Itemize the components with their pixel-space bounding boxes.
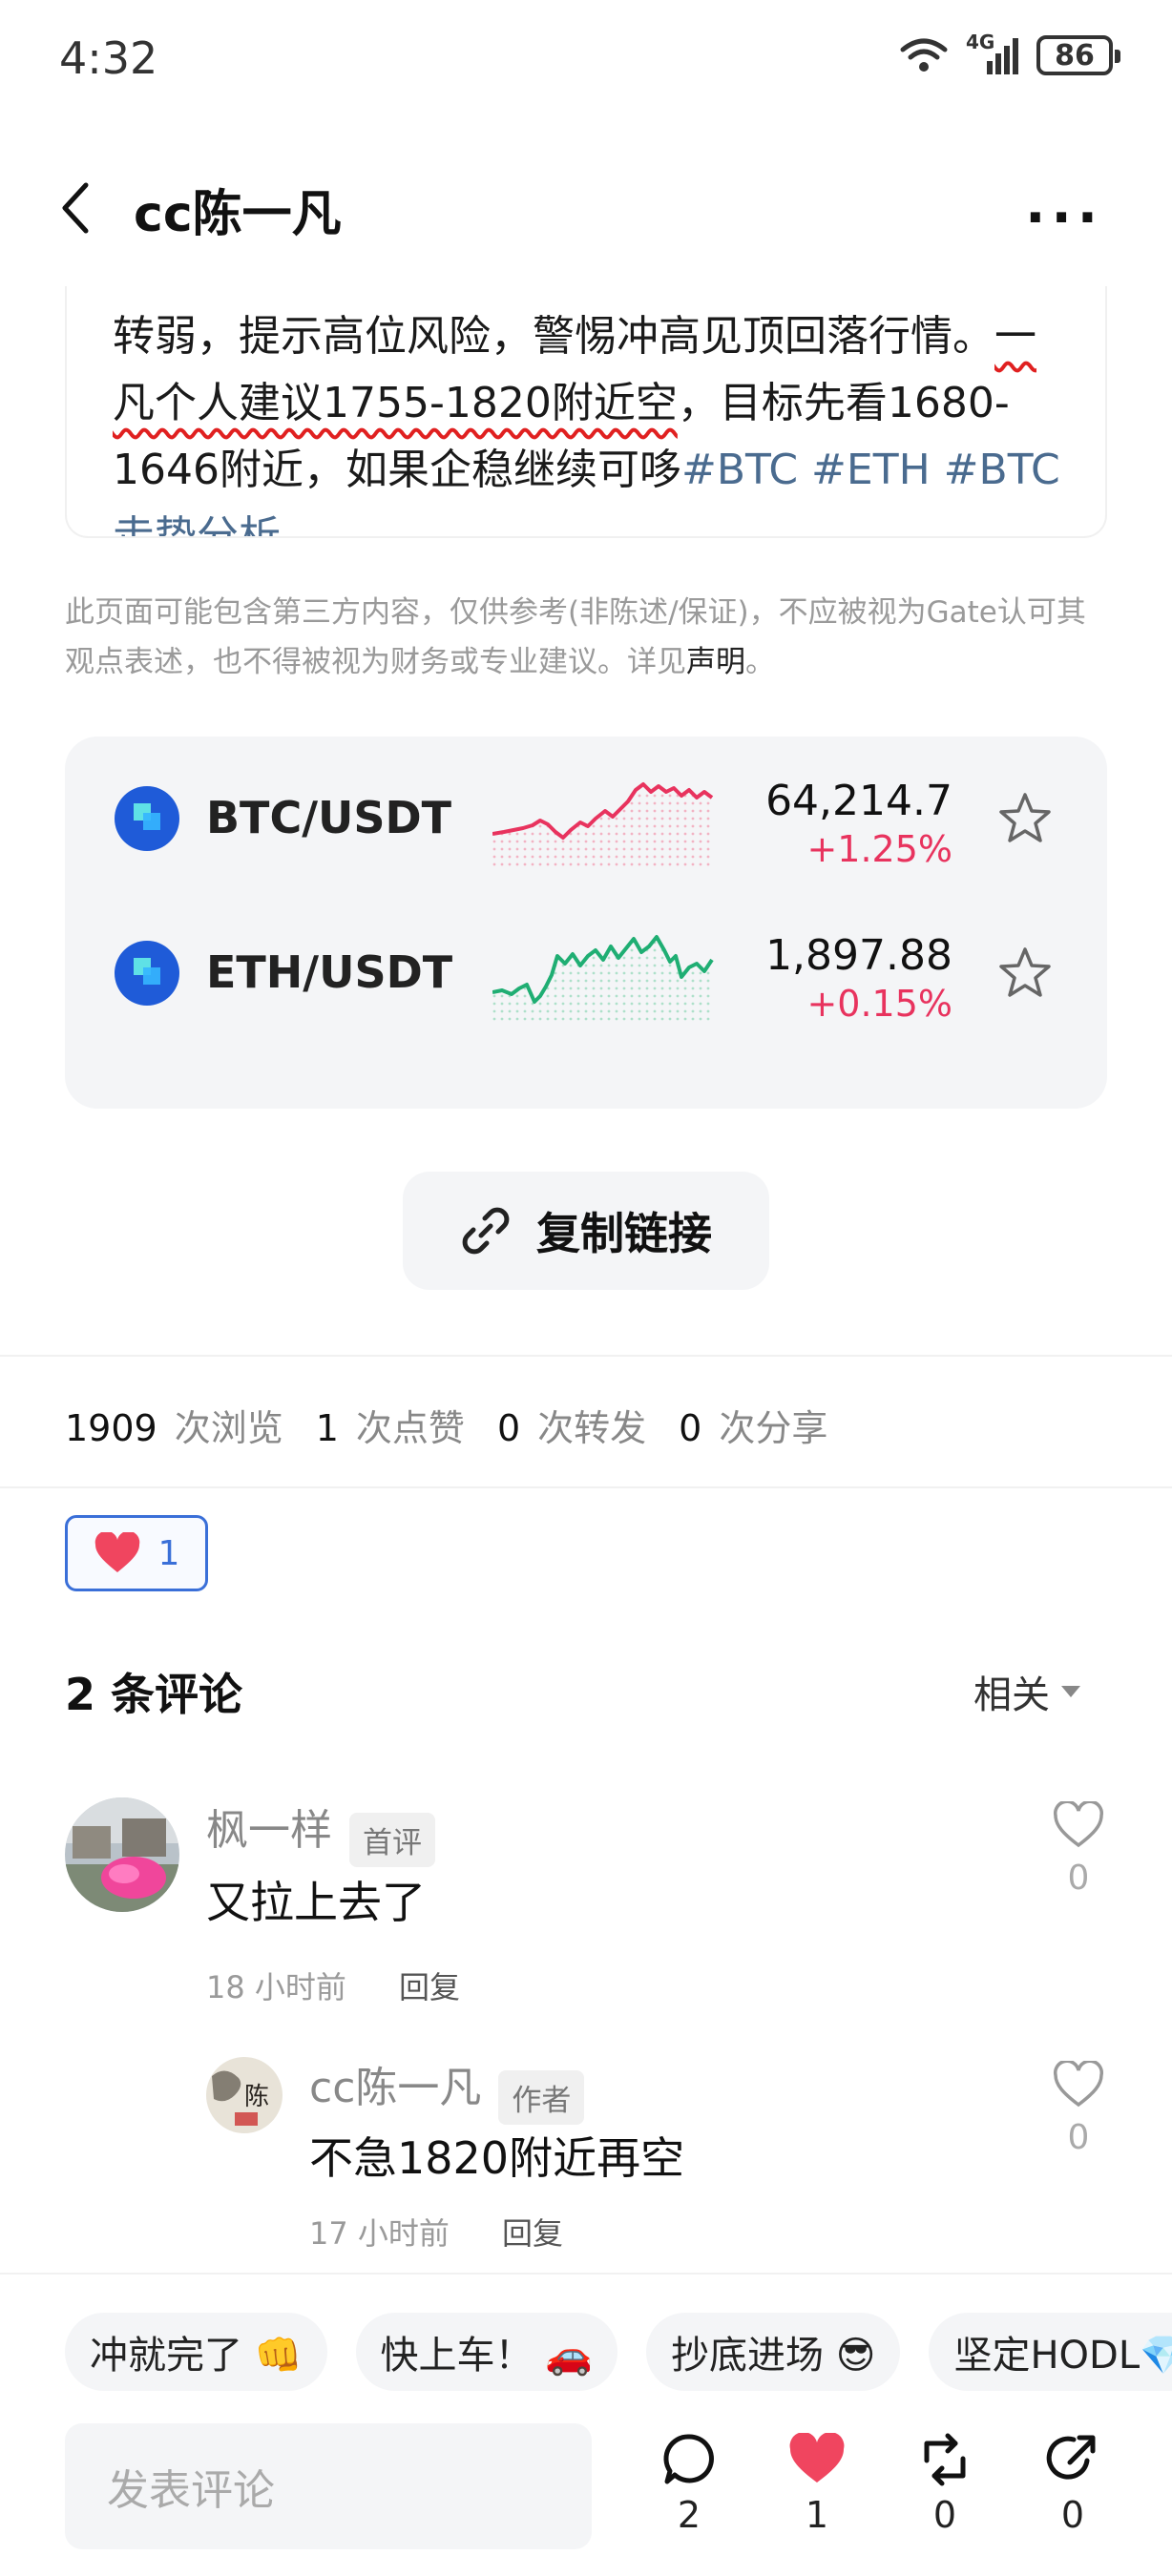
market-row-eth[interactable]: ETH/USDT 1,897.88 +0.15%: [65, 908, 1107, 1032]
comment-header: 枫一样 首评: [206, 1796, 435, 1867]
reply-button[interactable]: 回复: [399, 1963, 460, 2007]
shares-label: 次分享: [719, 1407, 828, 1449]
quick-reply-bar: 冲就完了 👊 快上车！ 🚗 抄底进场 😎 坚定HODL💎: [65, 2313, 1172, 2391]
signal-icon: 4G: [966, 31, 1019, 76]
comments-title: 2 条评论: [65, 1669, 243, 1720]
coin-icon: [115, 786, 179, 851]
sort-dropdown[interactable]: 相关: [973, 1664, 1080, 1719]
comment-author[interactable]: 枫一样: [206, 1806, 332, 1855]
pair-price: 1,897.88: [765, 931, 952, 980]
comment-like-count: 0: [1067, 1859, 1090, 1898]
wifi-icon: [900, 38, 948, 72]
post-stats: 1909 次浏览 1 次点赞 0 次转发 0 次分享: [65, 1399, 860, 1451]
more-options-button[interactable]: ···: [1025, 187, 1103, 249]
copy-link-button[interactable]: 复制链接: [403, 1172, 769, 1290]
comment-text: 又拉上去了: [206, 1877, 426, 1928]
battery-indicator: 86: [1036, 35, 1120, 75]
like-button[interactable]: 1: [779, 2429, 855, 2536]
quick-reply-chip[interactable]: 坚定HODL💎: [929, 2313, 1172, 2391]
heart-outline-icon: [1054, 2059, 1103, 2108]
shares-count: 0: [679, 1407, 702, 1449]
share-button[interactable]: 0: [1035, 2429, 1111, 2536]
comment-time: 17 小时前: [309, 2215, 450, 2252]
avatar[interactable]: [65, 1797, 179, 1912]
quick-reply-chip[interactable]: 冲就完了 👊: [65, 2313, 327, 2391]
avatar[interactable]: 陈: [206, 2057, 283, 2133]
divider: [0, 1355, 1172, 1357]
comment-like-button[interactable]: [1050, 2059, 1107, 2112]
repost-icon: [924, 2433, 966, 2486]
article-text-start: 转弱，提示高位风险，警惕冲高见顶回落行情。: [113, 312, 994, 361]
pair-name: BTC/USDT: [206, 792, 452, 843]
pair-price: 64,214.7: [765, 777, 952, 825]
views-label: 次浏览: [174, 1407, 283, 1449]
share-icon: [1046, 2435, 1096, 2480]
coin-icon: [115, 941, 179, 1006]
comment-count: 2: [677, 2494, 701, 2536]
market-card: BTC/USDT 64,214.7 +1.25% ETH/USDT 1,897.…: [65, 737, 1107, 1109]
pair-name: ETH/USDT: [206, 946, 453, 998]
comment-header: cc陈一凡 作者: [309, 2053, 585, 2125]
disclaimer-link[interactable]: 声明: [686, 645, 745, 679]
favorite-star-icon[interactable]: [996, 945, 1054, 1002]
like-count: 1: [805, 2494, 829, 2536]
comment-like-button[interactable]: [1050, 1799, 1107, 1853]
reply-button[interactable]: 回复: [502, 2210, 563, 2254]
page-title: cc陈一凡: [134, 186, 342, 243]
article-body: 转弱，提示高位风险，警惕冲高见顶回落行情。一凡个人建议1755-1820附近空，…: [113, 303, 1067, 536]
sparkline-chart: [492, 935, 714, 1023]
sort-label: 相关: [973, 1673, 1050, 1717]
first-comment-badge: 首评: [349, 1813, 435, 1867]
disclaimer-end: 。: [745, 645, 775, 679]
reaction-chip[interactable]: 1: [65, 1515, 208, 1591]
share-count: 0: [1060, 2494, 1085, 2536]
divider: [0, 2273, 1172, 2275]
comment-button[interactable]: 2: [651, 2429, 727, 2536]
comment-bubble-icon: [663, 2434, 714, 2484]
svg-text:陈: 陈: [244, 2083, 269, 2111]
caret-down-icon: [1061, 1686, 1080, 1697]
favorite-star-icon[interactable]: [996, 790, 1054, 847]
comment-time: 18 小时前: [206, 1969, 346, 2005]
reposts-count: 0: [496, 1407, 521, 1449]
likes-label: 次点赞: [355, 1407, 465, 1449]
heart-icon: [94, 1532, 139, 1572]
status-icons: 4G 86: [899, 31, 1120, 76]
pair-change: +0.15%: [806, 983, 952, 1025]
market-row-btc[interactable]: BTC/USDT 64,214.7 +1.25%: [65, 754, 1107, 878]
comment-text: 不急1820附近再空: [309, 2132, 685, 2184]
quick-reply-chip[interactable]: 快上车！ 🚗: [355, 2313, 618, 2391]
reaction-count: 1: [157, 1533, 180, 1573]
heart-filled-icon: [789, 2433, 845, 2483]
author-badge: 作者: [498, 2070, 585, 2125]
divider: [0, 1486, 1172, 1488]
disclaimer-text: 此页面可能包含第三方内容，仅供参考(非陈述/保证)，不应被视为Gate认可其观点…: [65, 595, 1086, 679]
views-count: 1909: [65, 1407, 157, 1449]
sparkline-chart: [492, 782, 714, 868]
reposts-label: 次转发: [537, 1407, 647, 1449]
link-icon: [462, 1207, 510, 1255]
repost-button[interactable]: 0: [907, 2429, 983, 2536]
heart-outline-icon: [1054, 1799, 1103, 1848]
article-card: 转弱，提示高位风险，警惕冲高见顶回落行情。一凡个人建议1755-1820附近空，…: [65, 286, 1107, 538]
copy-link-label: 复制链接: [536, 1208, 712, 1259]
disclaimer: 此页面可能包含第三方内容，仅供参考(非陈述/保证)，不应被视为Gate认可其观点…: [65, 588, 1115, 687]
likes-count: 1: [315, 1407, 339, 1449]
pair-change: +1.25%: [806, 828, 952, 870]
comment-like-count: 0: [1067, 2118, 1090, 2157]
sparkline-fill: [492, 937, 712, 1023]
status-time: 4:32: [59, 32, 158, 84]
chevron-left-icon: [62, 182, 89, 234]
quick-reply-chip[interactable]: 抄底进场 😎: [646, 2313, 901, 2391]
repost-count: 0: [932, 2494, 957, 2536]
back-button[interactable]: [59, 177, 107, 239]
comment-author[interactable]: cc陈一凡: [309, 2064, 481, 2112]
comment-input[interactable]: 发表评论: [65, 2423, 592, 2549]
